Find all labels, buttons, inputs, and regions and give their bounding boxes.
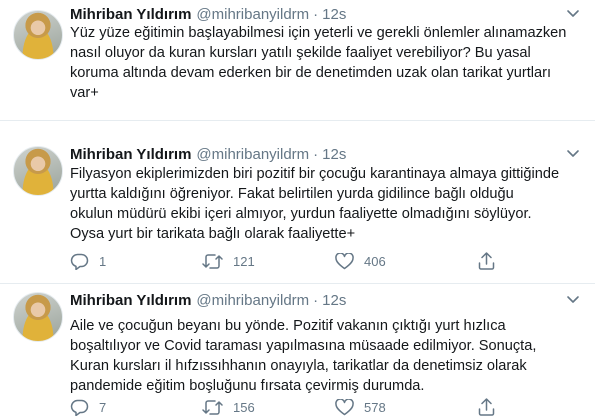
author-name[interactable]: Mihriban Yıldırım [70, 292, 191, 309]
tweet-text: Yüz yüze eğitimin başlayabilmesi için ye… [70, 23, 582, 103]
retweet-button[interactable]: 156 [202, 397, 255, 417]
divider [0, 120, 595, 121]
tweet-text-line: Yüz yüze eğitimin başlayabilmesi için ye… [70, 25, 567, 41]
tweet-text-line: Filyasyon ekiplerimizden biri pozitif bi… [70, 166, 560, 182]
share-button[interactable] [478, 251, 495, 271]
author-handle[interactable]: @mihribanyildrm [196, 6, 309, 23]
timestamp[interactable]: 12s [322, 6, 346, 23]
avatar[interactable] [13, 10, 63, 60]
tweet-actions: 7 156 578 [70, 397, 570, 417]
heart-icon [335, 398, 354, 416]
retweet-button[interactable]: 121 [202, 251, 255, 271]
share-icon [478, 398, 495, 416]
like-count: 578 [364, 399, 386, 415]
share-icon [478, 252, 495, 270]
reply-icon [70, 399, 89, 416]
author-name[interactable]: Mihriban Yıldırım [70, 6, 191, 23]
tweet-text-line: Aile ve çocuğun beyanı bu yönde. Pozitif… [70, 318, 506, 334]
tweet-text-line: yurtta kaldığını öğreniyor. Fakat belirt… [70, 186, 514, 202]
chevron-down-icon[interactable] [565, 148, 581, 160]
chevron-down-icon[interactable] [565, 8, 581, 20]
separator-dot: · [313, 145, 319, 163]
tweet-text: Aile ve çocuğun beyanı bu yönde. Pozitif… [70, 316, 582, 396]
tweet-text-line: Oysa yurt bir tarikata bağlı olarak faal… [70, 226, 356, 242]
tweet-text-line: nasıl oluyor da kuran kursları yatılı şe… [70, 45, 531, 61]
retweet-icon [202, 399, 223, 416]
tweet-text-line: okulun müdürü ekibi içeri almıyor, yurdu… [70, 206, 532, 222]
tweet-text-line: pandemide eğitim boşluğunu fırsata çevir… [70, 378, 425, 394]
reply-count: 7 [99, 399, 107, 415]
like-count: 406 [364, 253, 386, 269]
tweet-text-line: koruma altında devam ederken bir de dene… [70, 65, 552, 81]
chevron-down-icon[interactable] [565, 294, 581, 306]
timestamp[interactable]: 12s [322, 292, 346, 309]
separator-dot: · [313, 5, 319, 23]
heart-icon [335, 252, 354, 270]
retweet-count: 156 [233, 399, 255, 415]
divider [0, 283, 595, 284]
author-handle[interactable]: @mihribanyildrm [196, 146, 309, 163]
author-name[interactable]: Mihriban Yıldırım [70, 146, 191, 163]
retweet-count: 121 [233, 253, 255, 269]
tweet-header: Mihriban Yıldırım @mihribanyildrm · 12s [70, 4, 346, 24]
reply-button[interactable]: 1 [70, 251, 106, 271]
like-button[interactable]: 406 [335, 251, 386, 271]
tweet-text-line: Kuran kursları il hıfzıssıhhanın onayıyl… [70, 358, 527, 374]
tweet[interactable]: Mihriban Yıldırım @mihribanyildrm · 12s … [0, 0, 595, 114]
avatar[interactable] [13, 146, 63, 196]
tweet-text-line: boşaltılıyor ve Covid taraması yapılması… [70, 338, 537, 354]
reply-count: 1 [99, 253, 107, 269]
tweet-header: Mihriban Yıldırım @mihribanyildrm · 12s [70, 144, 346, 164]
share-button[interactable] [478, 397, 495, 417]
timestamp[interactable]: 12s [322, 146, 346, 163]
tweet-text-line: var+ [70, 85, 99, 101]
separator-dot: · [313, 291, 319, 309]
reply-button[interactable]: 7 [70, 397, 106, 417]
tweet-actions: 1 121 406 [70, 251, 570, 271]
tweet[interactable]: Mihriban Yıldırım @mihribanyildrm · 12s … [0, 286, 595, 419]
reply-icon [70, 253, 89, 270]
like-button[interactable]: 578 [335, 397, 386, 417]
tweet-header: Mihriban Yıldırım @mihribanyildrm · 12s [70, 290, 346, 310]
tweet-text: Filyasyon ekiplerimizden biri pozitif bi… [70, 164, 582, 244]
tweet[interactable]: Mihriban Yıldırım @mihribanyildrm · 12s … [0, 140, 595, 280]
author-handle[interactable]: @mihribanyildrm [196, 292, 309, 309]
avatar[interactable] [13, 292, 63, 342]
retweet-icon [202, 253, 223, 270]
